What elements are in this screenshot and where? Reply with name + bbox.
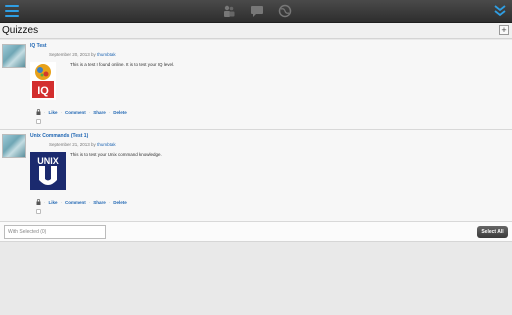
separator: · bbox=[108, 199, 111, 205]
quiz-title[interactable]: Unix Commands (Test 1) bbox=[30, 133, 88, 139]
list-item: IQ Test September 20, 2013 by thumbtak I… bbox=[0, 40, 512, 130]
page-header: Quizzes + bbox=[0, 23, 512, 39]
share-link[interactable]: Share bbox=[93, 200, 106, 205]
select-checkbox[interactable] bbox=[36, 209, 41, 214]
quiz-list: IQ Test September 20, 2013 by thumbtak I… bbox=[0, 40, 512, 222]
thumb-label: IQ bbox=[37, 85, 49, 97]
lock-icon bbox=[36, 199, 41, 205]
chevron-double-down-icon[interactable] bbox=[493, 4, 507, 18]
bulk-action-bar: With Selected (0) Select All bbox=[0, 222, 512, 242]
quiz-description: This is to test your Unix command knowle… bbox=[70, 152, 162, 157]
author-link[interactable]: thumbtak bbox=[97, 52, 116, 57]
separator: · bbox=[88, 109, 91, 115]
share-link[interactable]: Share bbox=[93, 110, 106, 115]
add-quiz-button[interactable]: + bbox=[499, 25, 509, 35]
separator: · bbox=[60, 199, 63, 205]
avatar[interactable] bbox=[2, 134, 26, 158]
quiz-thumbnail[interactable]: IQ bbox=[30, 62, 56, 100]
globe-icon[interactable] bbox=[278, 4, 292, 18]
comment-link[interactable]: Comment bbox=[65, 200, 86, 205]
messages-icon[interactable] bbox=[250, 4, 264, 18]
lock-icon bbox=[36, 109, 41, 115]
quiz-thumbnail[interactable]: UNIX bbox=[30, 152, 66, 190]
separator: · bbox=[44, 199, 46, 205]
delete-link[interactable]: Delete bbox=[113, 200, 127, 205]
delete-link[interactable]: Delete bbox=[113, 110, 127, 115]
quiz-title[interactable]: IQ Test bbox=[30, 43, 47, 49]
list-item: Unix Commands (Test 1) September 21, 201… bbox=[0, 130, 512, 222]
quiz-meta: September 20, 2013 by thumbtak bbox=[49, 52, 116, 57]
page-title: Quizzes bbox=[2, 25, 39, 36]
like-link[interactable]: Like bbox=[49, 200, 58, 205]
menu-icon[interactable] bbox=[5, 5, 19, 17]
quiz-date: September 21, 2013 by bbox=[49, 142, 96, 147]
thumb-label: UNIX bbox=[37, 156, 59, 166]
quiz-description: This is a test I found online. It is to … bbox=[70, 62, 175, 67]
avatar[interactable] bbox=[2, 44, 26, 68]
action-bar: · Like · Comment · Share · Delete bbox=[36, 199, 127, 205]
separator: · bbox=[60, 109, 63, 115]
quiz-meta: September 21, 2013 by thumbtak bbox=[49, 142, 116, 147]
friends-icon[interactable] bbox=[222, 4, 236, 18]
select-all-button[interactable]: Select All bbox=[477, 226, 508, 238]
quiz-date: September 20, 2013 by bbox=[49, 52, 96, 57]
separator: · bbox=[108, 109, 111, 115]
like-link[interactable]: Like bbox=[49, 110, 58, 115]
author-link[interactable]: thumbtak bbox=[97, 142, 116, 147]
comment-link[interactable]: Comment bbox=[65, 110, 86, 115]
with-selected-dropdown[interactable]: With Selected (0) bbox=[4, 225, 106, 239]
select-checkbox[interactable] bbox=[36, 119, 41, 124]
action-bar: · Like · Comment · Share · Delete bbox=[36, 109, 127, 115]
top-icon-group bbox=[222, 4, 292, 18]
separator: · bbox=[44, 109, 46, 115]
separator: · bbox=[88, 199, 91, 205]
top-navigation-bar bbox=[0, 0, 512, 23]
